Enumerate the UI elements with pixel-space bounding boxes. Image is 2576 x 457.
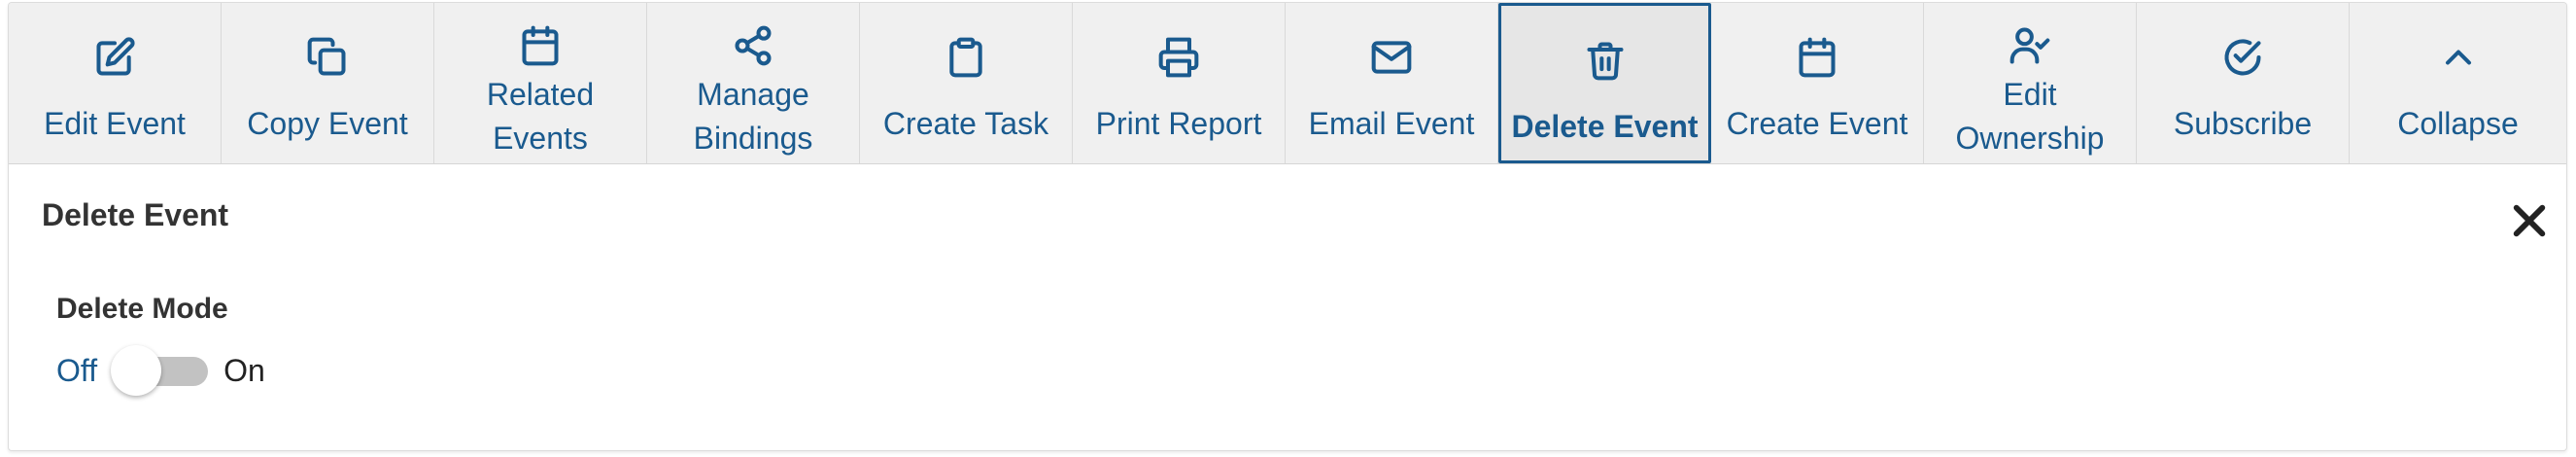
delete-mode-label: Delete Mode: [56, 293, 228, 325]
toggle-on-label: On: [223, 352, 265, 388]
copy-icon: [302, 32, 353, 83]
subscribe-button[interactable]: Subscribe: [2137, 3, 2350, 163]
close-button[interactable]: [2510, 201, 2549, 240]
user-check-icon: [2005, 20, 2055, 71]
delete-event-label: Delete Event: [1511, 109, 1699, 144]
toggle-off-label: Off: [56, 352, 98, 388]
clipboard-icon: [941, 32, 991, 83]
edit-event-button[interactable]: Edit Event: [9, 3, 222, 163]
related-events-label: Related Events: [486, 77, 595, 156]
create-event-button[interactable]: Create Event: [1711, 3, 1924, 163]
calendar-icon: [1792, 32, 1842, 83]
envelope-icon: [1366, 32, 1417, 83]
trash-icon: [1580, 35, 1631, 86]
event-actions-panel: Edit Event Copy Event Related Events Mana…: [8, 2, 2567, 451]
edit-ownership-button[interactable]: Edit Ownership: [1924, 3, 2137, 163]
edit-event-label: Edit Event: [44, 106, 186, 141]
panel-title: Delete Event: [42, 197, 229, 232]
action-toolbar: Edit Event Copy Event Related Events Mana…: [9, 3, 2566, 164]
print-report-button[interactable]: Print Report: [1073, 3, 1286, 163]
check-circle-icon: [2217, 32, 2268, 83]
calendar-icon: [515, 20, 566, 71]
delete-mode-toggle[interactable]: [111, 345, 210, 396]
delete-mode-toggle-row: Off On: [56, 345, 265, 396]
share-icon: [728, 20, 778, 71]
printer-icon: [1153, 32, 1204, 83]
subscribe-label: Subscribe: [2173, 106, 2313, 141]
related-events-button[interactable]: Related Events: [434, 3, 647, 163]
copy-event-button[interactable]: Copy Event: [222, 3, 434, 163]
manage-bindings-label: Manage Bindings: [693, 77, 813, 156]
print-report-label: Print Report: [1095, 106, 1262, 141]
close-icon: [2513, 204, 2546, 237]
toggle-knob[interactable]: [111, 345, 162, 396]
copy-event-label: Copy Event: [247, 106, 408, 141]
collapse-button[interactable]: Collapse: [2350, 3, 2566, 163]
edit-icon: [89, 32, 140, 83]
delete-event-button[interactable]: Delete Event: [1498, 3, 1711, 163]
create-task-button[interactable]: Create Task: [860, 3, 1073, 163]
email-event-button[interactable]: Email Event: [1286, 3, 1498, 163]
chevron-up-icon: [2433, 32, 2484, 83]
create-event-label: Create Event: [1726, 106, 1908, 141]
create-task-label: Create Task: [882, 106, 1049, 141]
email-event-label: Email Event: [1308, 106, 1475, 141]
edit-ownership-label: Edit Ownership: [1955, 77, 2105, 156]
collapse-label: Collapse: [2397, 106, 2519, 141]
manage-bindings-button[interactable]: Manage Bindings: [647, 3, 860, 163]
